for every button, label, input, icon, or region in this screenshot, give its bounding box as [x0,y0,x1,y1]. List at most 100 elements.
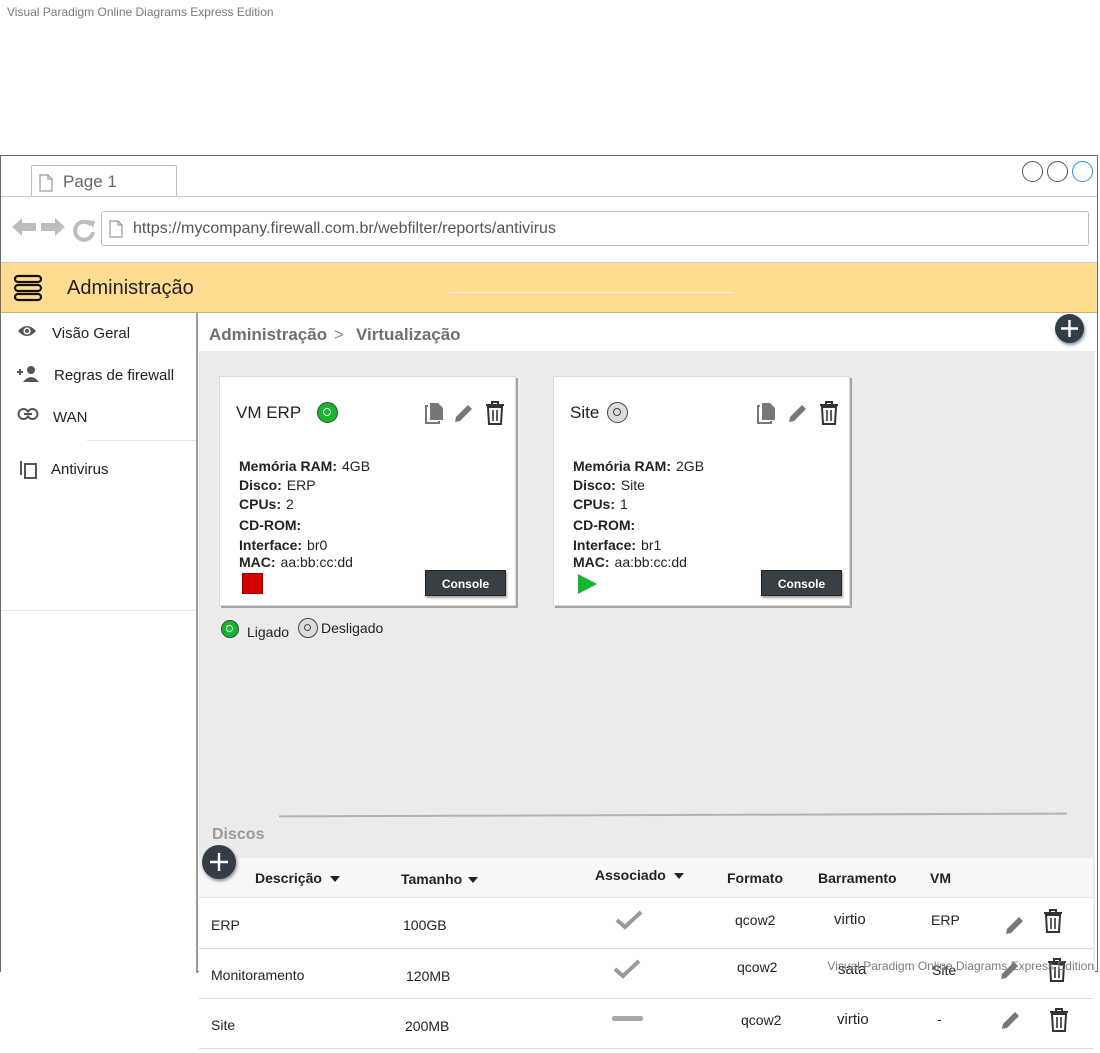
column-header-tamanho[interactable]: Tamanho [401,871,479,887]
edit-pencil-icon[interactable] [1004,914,1026,936]
vm-name: Site [570,403,600,422]
add-user-icon [17,366,39,382]
window-button-maximize[interactable] [1047,161,1068,182]
menu-icon[interactable] [13,274,43,302]
header-title: Administração [67,277,194,299]
prop-mac: MAC: aa:bb:cc:dd [239,554,353,570]
cell-descricao: Site [211,1017,236,1033]
prop-interface: Interface: br0 [239,537,328,553]
page-icon [109,220,123,238]
plus-icon [1061,320,1078,337]
sidebar-item-label: Antivirus [51,461,109,478]
sidebar-item-label: Regras de firewall [54,367,175,384]
reload-icon[interactable] [72,218,96,242]
cell-tamanho: 120MB [406,968,451,984]
prop-cpus: CPUs: 1 [573,496,628,512]
vm-name: VM ERP [236,403,302,422]
prop-interface: Interface: br1 [573,537,662,553]
disks-divider [278,812,1068,818]
console-button[interactable]: Console [425,570,506,596]
browser-window: Page 1 https://mycompany.firewall.com.br… [0,155,1098,1053]
cell-barramento: virtio [834,911,866,928]
address-bar[interactable]: https://mycompany.firewall.com.br/webfil… [101,211,1089,246]
status-off-icon [607,402,628,423]
stop-button[interactable] [242,573,263,594]
add-disk-button[interactable] [202,845,236,879]
sidebar: Visão Geral Regras de firewall WAN Antiv… [1,313,198,973]
trash-icon[interactable] [1049,1008,1069,1032]
plus-icon [210,853,228,871]
column-header-descricao[interactable]: Descrição [255,870,340,886]
trash-icon[interactable] [485,401,505,425]
copy-icon[interactable] [757,402,777,424]
cell-vm: ERP [931,912,960,928]
sidebar-item-wan[interactable]: WAN [1,397,196,437]
forward-arrow-icon[interactable] [40,216,66,238]
legend-off-label: Desligado [321,620,384,636]
prop-mac: MAC: aa:bb:cc:dd [573,554,687,570]
breadcrumb-separator: > [334,325,344,344]
play-icon[interactable] [576,572,598,596]
sidebar-item-label: Visão Geral [52,325,131,342]
column-header-vm: VM [930,870,951,886]
column-header-formato: Formato [727,870,783,886]
cell-descricao: ERP [211,917,240,933]
console-button[interactable]: Console [761,570,842,596]
watermark-top: Visual Paradigm Online Diagrams Express … [7,5,274,19]
cell-barramento: virtio [837,1011,869,1028]
table-row: Site 200MB qcow2 virtio - [199,999,1093,1049]
add-vm-button[interactable] [1055,314,1084,343]
legend-on-label: Ligado [247,624,290,640]
browser-tab[interactable]: Page 1 [31,165,177,197]
table-row: ERP 100GB qcow2 virtio ERP [199,899,1093,949]
cell-tamanho: 200MB [405,1018,450,1034]
sidebar-item-antivirus[interactable]: Antivirus [1,449,196,489]
sidebar-item-regras-de-firewall[interactable]: Regras de firewall [1,355,196,395]
window-button-close[interactable] [1072,161,1093,182]
header-divider [449,292,733,293]
check-icon [615,910,643,930]
copy-icon[interactable] [425,402,445,424]
sidebar-item-visao-geral[interactable]: Visão Geral [1,313,196,353]
edit-pencil-icon[interactable] [453,402,475,424]
back-arrow-icon[interactable] [11,216,37,238]
table-header: Descrição Tamanho Associado Formato Barr… [199,858,1093,898]
trash-icon[interactable] [819,401,839,425]
watermark-bottom: Visual Paradigm Online Diagrams Express … [827,959,1094,973]
url-text: https://mycompany.firewall.com.br/webfil… [133,220,556,237]
cell-formato: qcow2 [735,912,776,928]
cell-formato: qcow2 [741,1012,782,1028]
vm-card-site: Site Memória RAM: 2GB Disco: Site CPUs: 1 C… [553,376,850,606]
prop-ram: Memória RAM: 2GB [573,458,705,474]
vm-card-erp: VM ERP Memória RAM: 4GB Disco: ERP CPUs: 2 … [219,376,516,606]
tab-strip-line [1,196,1097,197]
cell-descricao: Monitoramento [211,967,305,983]
sort-down-icon [468,877,479,884]
edit-pencil-icon[interactable] [787,402,809,424]
sidebar-divider [87,440,196,441]
column-header-barramento: Barramento [818,870,897,886]
legend-off-icon [298,618,318,638]
disks-title: Discos [212,826,265,843]
breadcrumb: Administração > Virtualização [199,314,1095,351]
cell-vm: - [937,1011,942,1027]
prop-disk: Disco: Site [573,477,645,493]
legend-on-icon [221,620,239,638]
column-header-associado[interactable]: Associado [595,867,684,883]
check-icon [613,959,641,979]
prop-disk: Disco: ERP [239,477,316,493]
breadcrumb-root[interactable]: Administração [209,325,327,345]
eye-icon [18,326,36,336]
sidebar-divider [1,610,196,611]
link-icon [17,408,39,420]
window-button-minimize[interactable] [1022,161,1043,182]
table-row: Monitoramento 120MB qcow2 sata Site [199,949,1093,999]
prop-cdrom: CD-ROM: [573,517,636,533]
sort-down-icon [673,873,684,880]
prop-ram: Memória RAM: 4GB [239,458,371,474]
prop-cpus: CPUs: 2 [239,496,294,512]
cell-formato: qcow2 [737,959,778,975]
edit-pencil-icon[interactable] [1000,1009,1022,1031]
trash-icon[interactable] [1043,909,1063,933]
app-header: Administração [1,263,1097,313]
